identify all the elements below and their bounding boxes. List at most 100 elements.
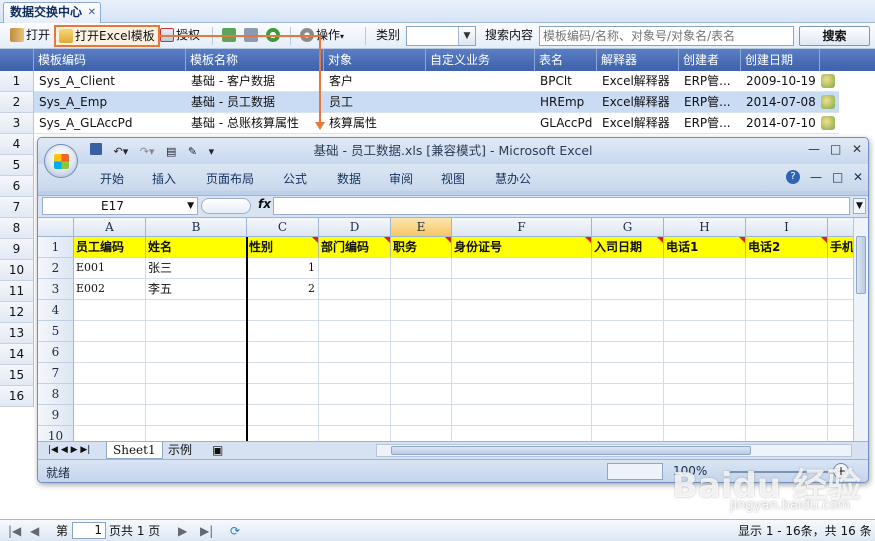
sheet-cell[interactable] bbox=[247, 300, 319, 321]
row-header[interactable]: 2 bbox=[38, 258, 74, 279]
search-button[interactable]: 搜索 bbox=[799, 26, 870, 46]
sheet-cell[interactable] bbox=[319, 258, 391, 279]
next-page-icon[interactable]: ▶ bbox=[178, 523, 187, 539]
sheet-cell[interactable] bbox=[592, 342, 664, 363]
ribbon-tab-review[interactable]: 审阅 bbox=[389, 170, 413, 187]
sheet-cell[interactable] bbox=[664, 279, 746, 300]
header-cell[interactable]: 员工编码 bbox=[74, 237, 146, 258]
table-row[interactable]: Sys_A_Client 基础 - 客户数据 客户 BPClt Excel解释器 ERP管… bbox=[34, 71, 839, 92]
ribbon-tab-formulas[interactable]: 公式 bbox=[283, 170, 307, 187]
ribbon-tab-home[interactable]: 开始 bbox=[100, 170, 124, 187]
sheet-cell[interactable] bbox=[664, 300, 746, 321]
sheet-tab-example[interactable]: 示例 bbox=[162, 442, 198, 459]
chevron-down-icon[interactable]: ▼ bbox=[187, 198, 194, 214]
open-excel-template-button[interactable]: 打开Excel模板 bbox=[54, 25, 160, 47]
sheet-cell[interactable] bbox=[391, 426, 452, 441]
sheet-cell[interactable] bbox=[664, 405, 746, 426]
ribbon-tab-data[interactable]: 数据 bbox=[337, 170, 361, 187]
sheet-cell[interactable] bbox=[319, 405, 391, 426]
ribbon-minimize-icon[interactable]: — bbox=[810, 170, 822, 184]
row-action-icon[interactable] bbox=[821, 74, 835, 88]
column-header[interactable]: 创建者 bbox=[679, 49, 741, 71]
sheet-cell[interactable] bbox=[452, 300, 592, 321]
sheet-cell[interactable] bbox=[391, 279, 452, 300]
sheet-cell[interactable] bbox=[828, 300, 853, 321]
sheet-cell[interactable] bbox=[828, 363, 853, 384]
sheet-cell[interactable]: E002 bbox=[74, 279, 146, 300]
sheet-cell[interactable] bbox=[391, 258, 452, 279]
sheet-cell[interactable] bbox=[319, 363, 391, 384]
column-header[interactable]: B bbox=[146, 218, 247, 237]
sheet-cell[interactable] bbox=[592, 279, 664, 300]
header-cell[interactable]: 性别 bbox=[247, 237, 319, 258]
sheet-cell[interactable] bbox=[74, 426, 146, 441]
sheet-cell[interactable] bbox=[664, 258, 746, 279]
sheet-cell[interactable] bbox=[592, 426, 664, 441]
column-header[interactable]: 模板名称 bbox=[186, 49, 324, 71]
sheet-cell[interactable] bbox=[592, 384, 664, 405]
refresh-icon[interactable]: ⟳ bbox=[230, 523, 240, 539]
header-cell[interactable]: 电话2 bbox=[746, 237, 828, 258]
sheet-cell[interactable] bbox=[664, 426, 746, 441]
sheet-cell[interactable] bbox=[452, 426, 592, 441]
sheet-cell[interactable] bbox=[247, 363, 319, 384]
column-header[interactable]: G bbox=[592, 218, 664, 237]
sheet-cell[interactable] bbox=[828, 384, 853, 405]
formula-controls[interactable] bbox=[201, 198, 251, 214]
close-icon[interactable]: ✕ bbox=[88, 3, 96, 22]
header-cell[interactable]: 职务 bbox=[391, 237, 452, 258]
sheet-cell[interactable] bbox=[452, 321, 592, 342]
header-cell[interactable]: 身份证号 bbox=[452, 237, 592, 258]
sheet-cell[interactable]: 李五 bbox=[146, 279, 247, 300]
row-header[interactable]: 9 bbox=[38, 405, 74, 426]
table-row[interactable]: Sys_A_Emp 基础 - 员工数据 员工 HREmp Excel解释器 ERP管...… bbox=[34, 92, 839, 113]
undo-icon[interactable]: ↶▾ bbox=[114, 145, 129, 158]
close-icon[interactable]: ✕ bbox=[852, 142, 862, 156]
column-header[interactable]: I bbox=[746, 218, 828, 237]
sheet-cell[interactable] bbox=[391, 300, 452, 321]
horizontal-scrollbar[interactable] bbox=[376, 444, 852, 457]
sheet-cell[interactable] bbox=[592, 321, 664, 342]
sheet-cell[interactable] bbox=[74, 405, 146, 426]
sheet-cell[interactable] bbox=[828, 342, 853, 363]
fx-icon[interactable]: fx bbox=[258, 197, 271, 211]
sheet-cell[interactable] bbox=[391, 342, 452, 363]
sheet-cell[interactable] bbox=[146, 384, 247, 405]
sheet-cell[interactable] bbox=[319, 342, 391, 363]
sheet-cell[interactable] bbox=[452, 258, 592, 279]
format-painter-icon[interactable]: ✎ bbox=[188, 145, 197, 158]
sheet-cell[interactable] bbox=[74, 300, 146, 321]
column-header[interactable]: 模板编码 bbox=[34, 49, 186, 71]
sheet-cell[interactable] bbox=[391, 405, 452, 426]
save-icon[interactable] bbox=[90, 143, 102, 155]
sheet-cell[interactable] bbox=[592, 258, 664, 279]
minimize-icon[interactable]: — bbox=[808, 142, 820, 156]
maximize-icon[interactable]: □ bbox=[830, 142, 841, 156]
sheet-cell[interactable] bbox=[74, 342, 146, 363]
page-number-input[interactable]: 1 bbox=[72, 522, 106, 539]
sheet-cell[interactable] bbox=[146, 342, 247, 363]
open-button[interactable]: 打开 bbox=[10, 26, 50, 46]
ribbon-tab-view[interactable]: 视图 bbox=[441, 170, 465, 187]
sheet-cell[interactable]: E001 bbox=[74, 258, 146, 279]
column-header[interactable] bbox=[828, 218, 853, 237]
chevron-down-icon[interactable]: ▼ bbox=[458, 27, 475, 45]
column-header[interactable]: 自定义业务 bbox=[426, 49, 535, 71]
scroll-thumb[interactable] bbox=[856, 236, 866, 294]
column-header[interactable]: E bbox=[391, 218, 452, 237]
header-cell[interactable]: 电话1 bbox=[664, 237, 746, 258]
name-box[interactable]: E17 ▼ bbox=[42, 197, 198, 215]
prev-page-icon[interactable]: ◀ bbox=[30, 523, 39, 539]
sheet-cell[interactable] bbox=[319, 384, 391, 405]
sheet-cell[interactable] bbox=[247, 426, 319, 441]
sheet-cell[interactable] bbox=[247, 342, 319, 363]
sheet-cell[interactable] bbox=[452, 363, 592, 384]
sheet-cell[interactable] bbox=[828, 405, 853, 426]
ribbon-tab-page-layout[interactable]: 页面布局 bbox=[206, 170, 254, 187]
ribbon-tab-insert[interactable]: 插入 bbox=[152, 170, 176, 187]
sheet-cell[interactable] bbox=[746, 426, 828, 441]
sheet-cell[interactable]: 1 bbox=[247, 258, 319, 279]
sheet-cell[interactable] bbox=[146, 363, 247, 384]
table-row[interactable]: Sys_A_GLAccPd 基础 - 总账核算属性 核算属性 GLAccPd Excel… bbox=[34, 113, 839, 134]
sheet-cell[interactable] bbox=[664, 342, 746, 363]
